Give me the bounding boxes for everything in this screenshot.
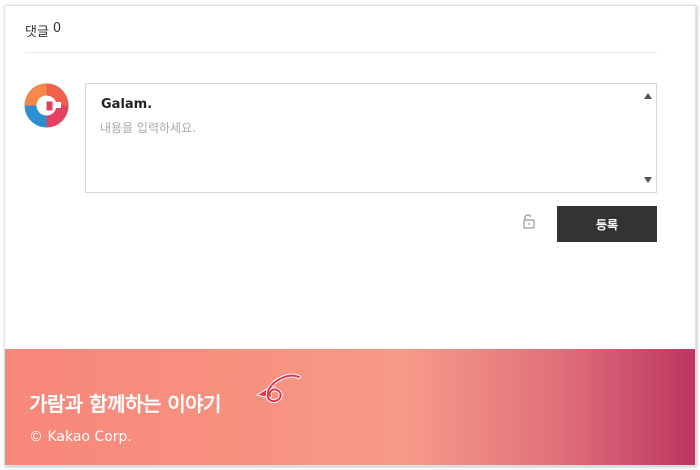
editor-scrollbar[interactable] <box>641 84 656 192</box>
swirl-logo-icon <box>255 373 301 404</box>
comments-count: 0 <box>52 21 62 36</box>
avatar[interactable] <box>24 83 69 128</box>
blog-footer: 가람과 함께하는 이야기 © Kakao Corp. <box>5 349 695 465</box>
comments-header: 댓글 0 <box>25 21 61 40</box>
header-divider <box>25 52 657 53</box>
comment-widget: 댓글 0 Galam. 내용을 입력하세요. 등록 가람과 함께하는 이야기 ©… <box>4 5 696 466</box>
unlock-icon[interactable] <box>521 213 537 229</box>
comment-editor: Galam. <box>85 83 657 193</box>
scroll-up-icon[interactable] <box>644 93 652 99</box>
submit-button[interactable]: 등록 <box>557 206 657 242</box>
comment-input[interactable] <box>100 119 635 185</box>
comments-label: 댓글 <box>25 25 49 40</box>
footer-title: 가람과 함께하는 이야기 <box>29 392 221 416</box>
g-logo-icon <box>24 83 69 128</box>
author-name: Galam. <box>101 97 153 112</box>
footer-copyright: © Kakao Corp. <box>29 429 132 445</box>
scroll-down-icon[interactable] <box>644 177 652 183</box>
